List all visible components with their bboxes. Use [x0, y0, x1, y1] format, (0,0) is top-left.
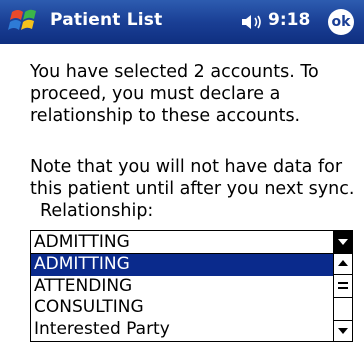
relationship-dropdown[interactable]: ADMITTING [30, 230, 353, 254]
scroll-thumb[interactable] [334, 275, 352, 298]
list-scrollbar[interactable] [333, 254, 352, 341]
scroll-down-arrow-icon[interactable] [334, 320, 352, 341]
selection-message: You have selected 2 accounts. To proceed… [30, 62, 319, 126]
windows-start-flag-icon[interactable] [8, 4, 42, 38]
ok-button[interactable]: ok [328, 9, 354, 35]
sync-note: Note that you will not have data for thi… [30, 157, 355, 199]
relationship-option-interested-party[interactable]: Interested Party [31, 319, 334, 341]
relationship-selected-value: ADMITTING [34, 232, 130, 252]
clock-time[interactable]: 9:18 [268, 10, 310, 30]
app-title: Patient List [50, 10, 163, 30]
relationship-options-list[interactable]: ADMITTING ATTENDING CONSULTING Intereste… [30, 254, 353, 342]
title-bar: Patient List 9:18 ok [0, 0, 364, 44]
relationship-option-consulting[interactable]: CONSULTING [31, 297, 334, 319]
scroll-up-arrow-icon[interactable] [334, 254, 352, 275]
relationship-label: Relationship: [40, 201, 154, 221]
dropdown-arrow-icon[interactable] [333, 230, 353, 254]
relationship-option-admitting[interactable]: ADMITTING [31, 254, 334, 276]
relationship-option-attending[interactable]: ATTENDING [31, 276, 334, 298]
speaker-icon[interactable] [240, 13, 266, 31]
